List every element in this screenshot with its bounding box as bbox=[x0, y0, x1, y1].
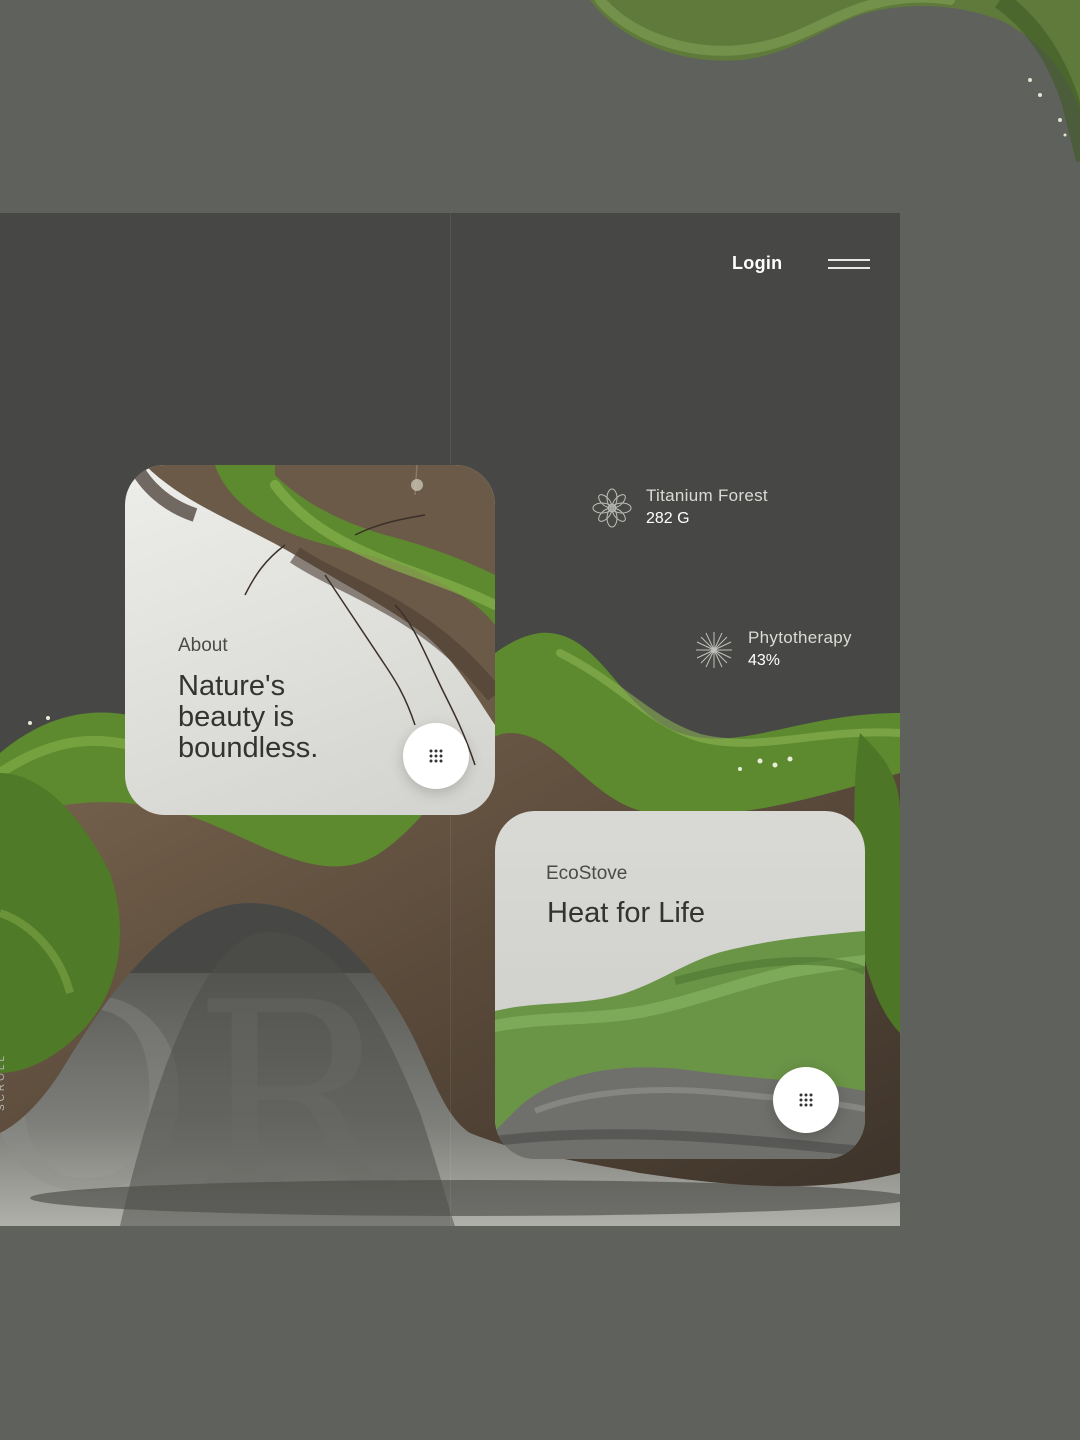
login-link[interactable]: Login bbox=[732, 253, 782, 274]
card-kicker: EcoStove bbox=[546, 863, 628, 884]
burst-rays-icon bbox=[696, 632, 732, 668]
stat-label: Phytotherapy bbox=[748, 628, 852, 647]
card-title: Nature's beauty is boundless. bbox=[178, 670, 319, 764]
card-kicker: About bbox=[178, 635, 228, 656]
stat-value: 282 G bbox=[646, 510, 690, 527]
grid-dots-icon bbox=[799, 1093, 813, 1107]
stat-phytotherapy: Phytotherapy 43% bbox=[694, 627, 852, 673]
grid-dots-icon bbox=[429, 749, 443, 763]
top-moss-decoration bbox=[590, 0, 1080, 163]
menu-line-icon bbox=[828, 259, 870, 261]
ecostove-card[interactable]: EcoStove Heat for Life bbox=[495, 811, 865, 1159]
flower-spiral-icon bbox=[592, 488, 632, 528]
stat-value: 43% bbox=[748, 652, 781, 669]
about-card[interactable]: About Nature's beauty is boundless. bbox=[125, 465, 495, 815]
grid-dots-button[interactable] bbox=[403, 723, 469, 789]
menu-line-icon bbox=[828, 267, 870, 269]
stat-label: Titanium Forest bbox=[646, 486, 768, 505]
card-title: Heat for Life bbox=[547, 897, 705, 929]
stat-titanium-forest: Titanium Forest 282 G bbox=[592, 485, 768, 531]
grid-dots-button[interactable] bbox=[773, 1067, 839, 1133]
hamburger-menu-button[interactable] bbox=[828, 256, 872, 274]
scroll-indicator[interactable]: SCROLL bbox=[0, 1053, 10, 1111]
